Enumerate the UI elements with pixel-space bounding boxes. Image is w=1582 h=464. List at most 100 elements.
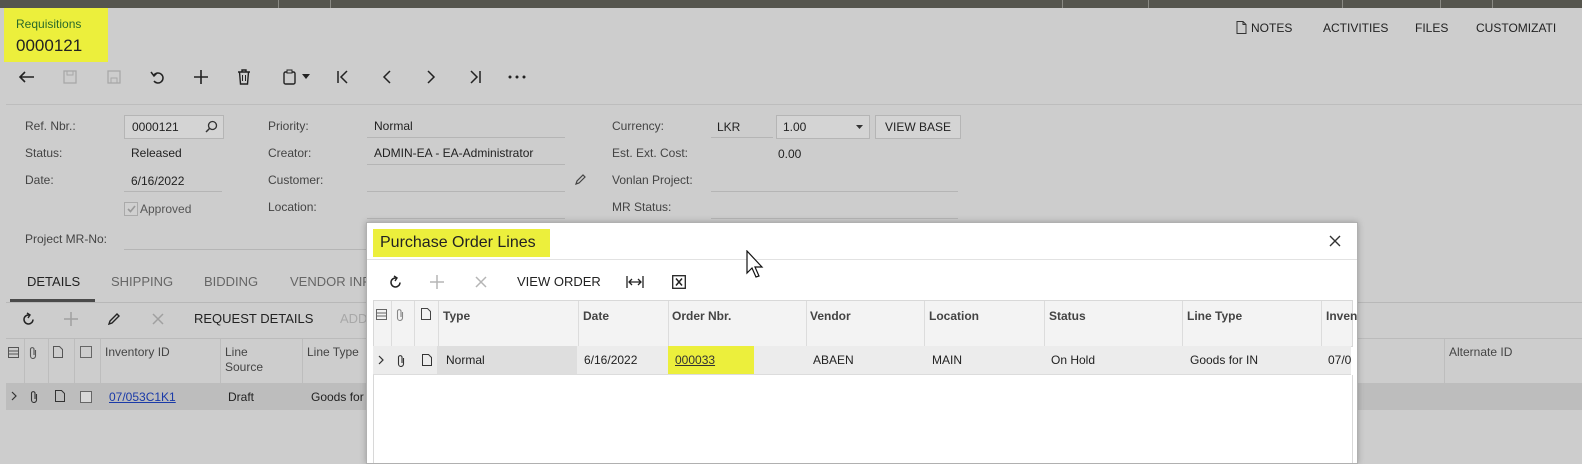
date-header[interactable]: Date xyxy=(583,309,609,323)
top-links: NOTES ACTIVITIES FILES CUSTOMIZATI xyxy=(0,21,1582,37)
view-order-button[interactable]: VIEW ORDER xyxy=(517,274,601,289)
type-header[interactable]: Type xyxy=(443,309,470,323)
ref-nbr-field[interactable]: 0000121 xyxy=(124,115,224,139)
add-row-button[interactable] xyxy=(61,309,81,329)
dialog-add-button[interactable] xyxy=(427,272,447,292)
currency-label: Currency: xyxy=(612,119,665,133)
view-base-button[interactable]: VIEW BASE xyxy=(875,115,961,139)
tab-bidding[interactable]: BIDDING xyxy=(204,274,258,289)
next-record-button[interactable] xyxy=(418,64,444,90)
vonlan-project-field[interactable] xyxy=(711,191,958,192)
search-icon[interactable] xyxy=(205,120,218,133)
select-all-checkbox[interactable] xyxy=(80,346,92,358)
location-cell: MAIN xyxy=(932,353,962,367)
dialog-delete-button[interactable] xyxy=(471,272,491,292)
close-icon xyxy=(1329,235,1341,247)
order-nbr-header[interactable]: Order Nbr. xyxy=(672,309,731,323)
dialog-title: Purchase Order Lines xyxy=(373,229,550,257)
chevron-right-icon[interactable] xyxy=(11,391,17,401)
notes-label: NOTES xyxy=(1251,21,1293,35)
line-type-header[interactable]: Line Type xyxy=(1187,309,1242,323)
approved-checkbox[interactable] xyxy=(124,202,138,216)
line-source-header[interactable]: Line Source xyxy=(225,345,273,375)
trash-icon xyxy=(238,69,250,85)
order-nbr-link[interactable]: 000033 xyxy=(675,353,715,367)
date-value[interactable]: 6/16/2022 xyxy=(131,174,184,188)
activities-link[interactable]: ACTIVITIES xyxy=(1323,21,1388,35)
currency-value[interactable]: LKR xyxy=(717,120,740,134)
line-type-cell: Goods for IN xyxy=(1190,353,1259,367)
creator-value[interactable]: ADMIN-EA - EA-Administrator xyxy=(374,146,533,160)
files-link[interactable]: FILES xyxy=(1415,21,1448,35)
delete-row-button[interactable] xyxy=(148,309,168,329)
more-actions-button[interactable] xyxy=(504,64,530,90)
delete-button[interactable] xyxy=(231,64,257,90)
caret-down-icon xyxy=(856,125,863,129)
save-and-close-button[interactable] xyxy=(57,64,83,90)
fit-columns-button[interactable] xyxy=(625,272,645,292)
request-details-button[interactable]: REQUEST DETAILS xyxy=(194,311,313,326)
alternate-id-header[interactable]: Alternate ID xyxy=(1449,345,1512,360)
pencil-icon[interactable] xyxy=(574,173,587,186)
close-icon xyxy=(475,276,487,288)
document-number: 0000121 xyxy=(16,36,83,55)
inventory-header[interactable]: Inven xyxy=(1326,309,1357,323)
location-field[interactable] xyxy=(367,218,565,219)
currency-rate-select[interactable]: 1.00 xyxy=(776,115,870,139)
project-mr-label: Project MR-No: xyxy=(25,232,108,246)
location-header[interactable]: Location xyxy=(929,309,979,323)
row-checkbox[interactable] xyxy=(80,391,92,403)
inventory-id-header[interactable]: Inventory ID xyxy=(105,345,170,360)
undo-icon xyxy=(150,71,164,84)
inventory-id-link[interactable]: 07/053C1K1 xyxy=(109,390,176,404)
notes-link[interactable]: NOTES xyxy=(1236,21,1292,35)
paperclip-icon[interactable] xyxy=(397,354,406,367)
tab-vendor-info[interactable]: VENDOR INF xyxy=(290,274,370,289)
mr-status-field[interactable] xyxy=(711,218,958,219)
cancel-button[interactable] xyxy=(144,64,170,90)
previous-record-button[interactable] xyxy=(374,64,400,90)
checkmark-icon xyxy=(126,205,136,213)
purchase-order-lines-dialog: Purchase Order Lines VIEW ORDER Type Dat… xyxy=(366,222,1358,464)
mouse-pointer-icon xyxy=(746,250,764,278)
first-record-button[interactable] xyxy=(330,64,356,90)
edit-row-button[interactable] xyxy=(104,309,124,329)
note-icon xyxy=(1236,21,1247,34)
priority-value[interactable]: Normal xyxy=(374,119,413,133)
po-line-row[interactable]: Normal 6/16/2022 000033 ABAEN MAIN On Ho… xyxy=(373,346,1351,375)
note-icon[interactable] xyxy=(55,390,65,402)
chevron-right-icon[interactable] xyxy=(378,355,384,365)
clipboard-icon xyxy=(282,69,296,85)
row-selector-icon[interactable] xyxy=(8,347,19,358)
note-icon[interactable] xyxy=(422,354,432,366)
status-header[interactable]: Status xyxy=(1049,309,1086,323)
ref-nbr-value: 0000121 xyxy=(132,120,179,134)
back-arrow-icon xyxy=(18,71,34,83)
export-excel-button[interactable] xyxy=(669,272,689,292)
save-button[interactable] xyxy=(101,64,127,90)
refresh-icon xyxy=(389,274,401,288)
add-new-button[interactable] xyxy=(188,64,214,90)
refresh-button[interactable] xyxy=(18,309,38,329)
last-record-button[interactable] xyxy=(462,64,488,90)
copy-paste-button[interactable] xyxy=(276,64,316,90)
dialog-refresh-button[interactable] xyxy=(385,272,405,292)
add-button-partial[interactable]: ADD xyxy=(340,311,367,326)
est-ext-cost-value: 0.00 xyxy=(778,147,802,161)
priority-label: Priority: xyxy=(268,119,309,133)
refresh-icon xyxy=(22,311,34,325)
close-dialog-button[interactable] xyxy=(1327,233,1343,249)
tab-shipping[interactable]: SHIPPING xyxy=(111,274,173,289)
tab-details[interactable]: DETAILS xyxy=(27,274,80,289)
po-lines-grid-header: Type Date Order Nbr. Vendor Location Sta… xyxy=(373,300,1357,347)
fit-to-screen-icon xyxy=(626,276,644,288)
customer-field[interactable] xyxy=(367,191,565,192)
vendor-header[interactable]: Vendor xyxy=(810,309,851,323)
back-button[interactable] xyxy=(14,64,40,90)
line-source-cell: Draft xyxy=(228,390,255,404)
vendor-cell: ABAEN xyxy=(813,353,854,367)
customization-link[interactable]: CUSTOMIZATI xyxy=(1476,21,1556,35)
line-type-header[interactable]: Line Type xyxy=(307,345,359,360)
row-selector-icon[interactable] xyxy=(376,309,387,320)
paperclip-icon[interactable] xyxy=(30,390,39,403)
